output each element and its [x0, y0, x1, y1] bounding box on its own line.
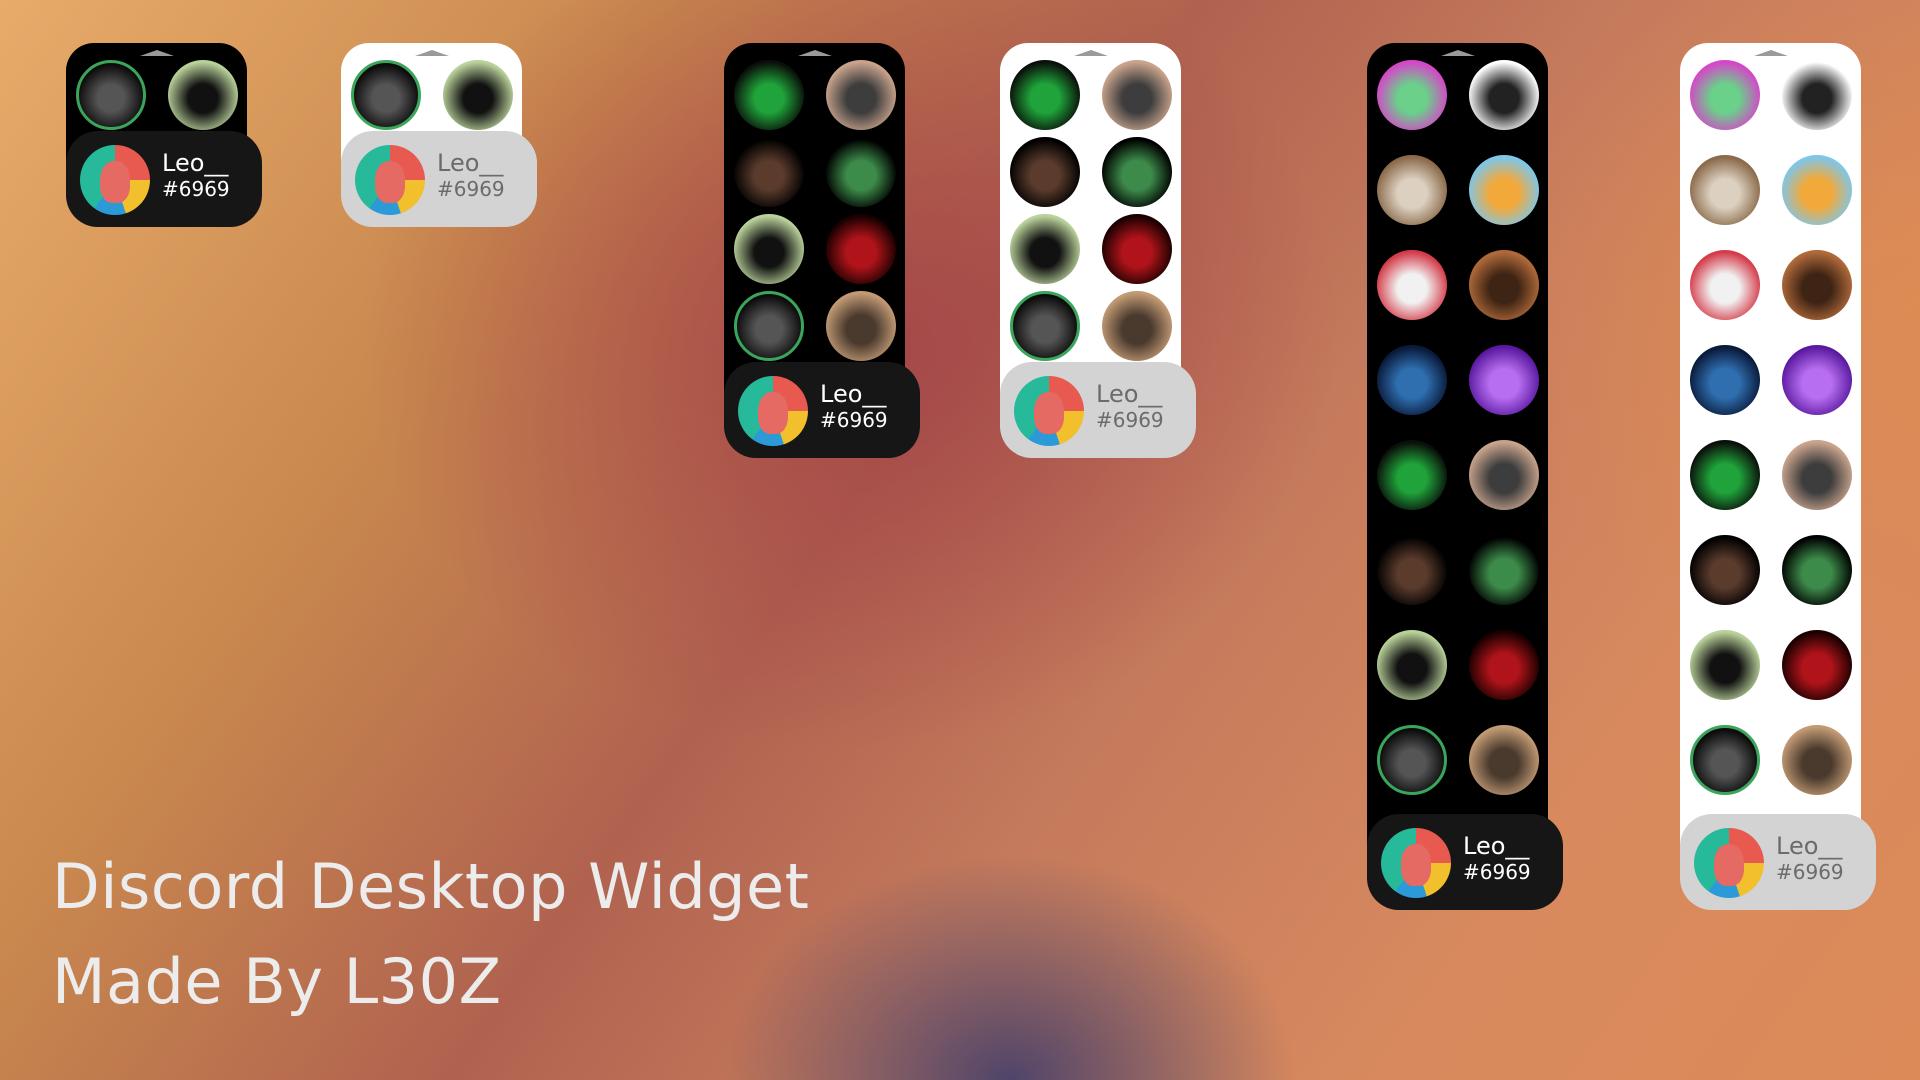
anime-shouting-avatar-icon[interactable] [1468, 60, 1539, 130]
user-tag: #6969 [820, 408, 888, 432]
friend-avatar-grid [66, 60, 247, 130]
purple-skeleton-avatar-icon[interactable] [1468, 345, 1539, 415]
discord-widget-dark-small[interactable]: Leo__ #6969 [66, 43, 262, 227]
user-tag: #6969 [1096, 408, 1164, 432]
dark-knight-avatar-icon[interactable] [1009, 291, 1080, 361]
user-name: Leo__ [1096, 380, 1163, 408]
anime-boy-avatar-icon[interactable] [733, 137, 804, 207]
green-cross-avatar-icon[interactable] [1101, 137, 1172, 207]
drag-handle-icon[interactable] [414, 50, 449, 56]
caption-line-2: Made By L30Z [52, 945, 502, 1018]
ninja-anime-avatar-icon[interactable] [1468, 155, 1539, 225]
bearded-man-avatar-icon[interactable] [825, 60, 896, 130]
sunglasses-man-avatar-icon[interactable] [1101, 291, 1172, 361]
anime-shouting-avatar-icon[interactable] [1781, 60, 1852, 130]
user-avatar-icon [80, 145, 150, 215]
user-tag: #6969 [1463, 860, 1531, 884]
red-dragon-avatar-icon[interactable] [1781, 630, 1852, 700]
drag-handle-icon[interactable] [139, 50, 174, 56]
friend-avatar-grid [1000, 60, 1181, 361]
user-name: Leo__ [162, 149, 229, 177]
current-user-card[interactable]: Leo__ #6969 [1680, 814, 1876, 910]
green-dragon-avatar-icon[interactable] [733, 60, 804, 130]
discord-widget-light-large[interactable]: Leo__ #6969 [1680, 43, 1876, 910]
friend-avatar-grid [1367, 60, 1548, 795]
purple-skeleton-avatar-icon[interactable] [1781, 345, 1852, 415]
discord-widget-dark-medium[interactable]: Leo__ #6969 [724, 43, 920, 458]
caption-line-1: Discord Desktop Widget [52, 850, 810, 923]
dark-knight-avatar-icon[interactable] [1376, 725, 1447, 795]
user-tag: #6969 [162, 177, 230, 201]
discord-widget-light-medium[interactable]: Leo__ #6969 [1000, 43, 1196, 458]
blue-tree-avatar-icon[interactable] [1689, 345, 1760, 415]
dog-avatar-icon[interactable] [1376, 155, 1447, 225]
drag-handle-icon[interactable] [797, 50, 832, 56]
current-user-card[interactable]: Leo__ #6969 [724, 362, 920, 458]
user-avatar-icon [1014, 376, 1084, 446]
dark-knight-avatar-icon[interactable] [733, 291, 804, 361]
man-in-suit-avatar-icon[interactable] [1009, 214, 1080, 284]
ninja-anime-avatar-icon[interactable] [1781, 155, 1852, 225]
discord-widget-light-small[interactable]: Leo__ #6969 [341, 43, 537, 227]
user-tag: #6969 [437, 177, 505, 201]
user-name: Leo__ [1463, 832, 1530, 860]
user-avatar-icon [355, 145, 425, 215]
current-user-card[interactable]: Leo__ #6969 [1367, 814, 1563, 910]
bearded-man-avatar-icon[interactable] [1101, 60, 1172, 130]
man-in-suit-avatar-icon[interactable] [167, 60, 238, 130]
dark-knight-avatar-icon[interactable] [75, 60, 146, 130]
drag-handle-icon[interactable] [1073, 50, 1108, 56]
user-tag: #6969 [1776, 860, 1844, 884]
red-anime-avatar-icon[interactable] [1689, 250, 1760, 320]
current-user-card[interactable]: Leo__ #6969 [341, 131, 537, 227]
dog-avatar-icon[interactable] [1689, 155, 1760, 225]
man-in-suit-avatar-icon[interactable] [442, 60, 513, 130]
discord-widget-dark-large[interactable]: Leo__ #6969 [1367, 43, 1563, 910]
red-dragon-avatar-icon[interactable] [1468, 630, 1539, 700]
blue-tree-avatar-icon[interactable] [1376, 345, 1447, 415]
man-in-suit-avatar-icon[interactable] [1689, 630, 1760, 700]
friend-avatar-grid [724, 60, 905, 361]
green-dragon-avatar-icon[interactable] [1009, 60, 1080, 130]
user-avatar-icon [1381, 828, 1451, 898]
user-name: Leo__ [1776, 832, 1843, 860]
green-cross-avatar-icon[interactable] [825, 137, 896, 207]
red-dragon-avatar-icon[interactable] [1101, 214, 1172, 284]
pink-character-avatar-icon[interactable] [1376, 60, 1447, 130]
man-in-suit-avatar-icon[interactable] [733, 214, 804, 284]
user-avatar-icon [738, 376, 808, 446]
red-anime-avatar-icon[interactable] [1376, 250, 1447, 320]
sunglasses-man-avatar-icon[interactable] [1781, 725, 1852, 795]
bearded-man-avatar-icon[interactable] [1468, 440, 1539, 510]
sunglasses-man-avatar-icon[interactable] [825, 291, 896, 361]
anime-boy-avatar-icon[interactable] [1376, 535, 1447, 605]
friend-avatar-grid [341, 60, 522, 130]
green-dragon-avatar-icon[interactable] [1689, 440, 1760, 510]
close-up-face-avatar-icon[interactable] [1781, 250, 1852, 320]
bearded-man-avatar-icon[interactable] [1781, 440, 1852, 510]
user-name: Leo__ [437, 149, 504, 177]
user-name: Leo__ [820, 380, 887, 408]
pink-character-avatar-icon[interactable] [1689, 60, 1760, 130]
dark-knight-avatar-icon[interactable] [1689, 725, 1760, 795]
anime-boy-avatar-icon[interactable] [1689, 535, 1760, 605]
close-up-face-avatar-icon[interactable] [1468, 250, 1539, 320]
current-user-card[interactable]: Leo__ #6969 [1000, 362, 1196, 458]
current-user-card[interactable]: Leo__ #6969 [66, 131, 262, 227]
man-in-suit-avatar-icon[interactable] [1376, 630, 1447, 700]
drag-handle-icon[interactable] [1440, 50, 1475, 56]
red-dragon-avatar-icon[interactable] [825, 214, 896, 284]
user-avatar-icon [1694, 828, 1764, 898]
green-dragon-avatar-icon[interactable] [1376, 440, 1447, 510]
sunglasses-man-avatar-icon[interactable] [1468, 725, 1539, 795]
drag-handle-icon[interactable] [1753, 50, 1788, 56]
anime-boy-avatar-icon[interactable] [1009, 137, 1080, 207]
green-cross-avatar-icon[interactable] [1781, 535, 1852, 605]
friend-avatar-grid [1680, 60, 1861, 795]
green-cross-avatar-icon[interactable] [1468, 535, 1539, 605]
dark-knight-avatar-icon[interactable] [350, 60, 421, 130]
